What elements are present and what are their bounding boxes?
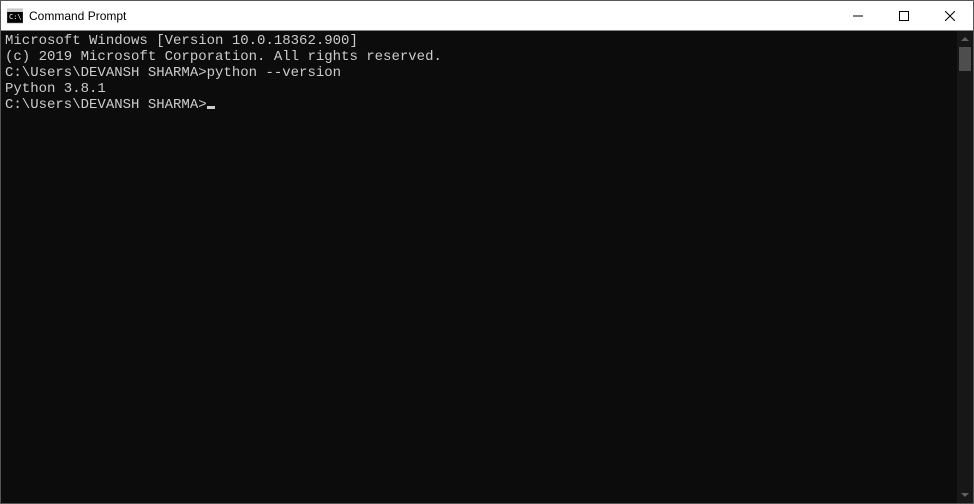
terminal-content[interactable]: Microsoft Windows [Version 10.0.18362.90… — [1, 31, 957, 503]
window-title: Command Prompt — [29, 9, 835, 23]
maximize-button[interactable] — [881, 1, 927, 30]
terminal-area: Microsoft Windows [Version 10.0.18362.90… — [1, 31, 973, 503]
scroll-down-icon[interactable] — [957, 487, 973, 503]
terminal-line: Microsoft Windows [Version 10.0.18362.90… — [5, 33, 953, 49]
close-button[interactable] — [927, 1, 973, 30]
terminal-line: Python 3.8.1 — [5, 81, 953, 97]
cursor — [207, 106, 215, 109]
terminal-line: C:\Users\DEVANSH SHARMA> — [5, 97, 953, 113]
command-prompt-window: C:\ Command Prompt Microsoft Windows [Ve… — [0, 0, 974, 504]
minimize-button[interactable] — [835, 1, 881, 30]
titlebar[interactable]: C:\ Command Prompt — [1, 1, 973, 31]
terminal-line: C:\Users\DEVANSH SHARMA>python --version — [5, 65, 953, 81]
prompt: C:\Users\DEVANSH SHARMA> — [5, 97, 207, 113]
prompt: C:\Users\DEVANSH SHARMA> — [5, 65, 207, 81]
terminal-line: (c) 2019 Microsoft Corporation. All righ… — [5, 49, 953, 65]
command-text: python --version — [207, 65, 341, 81]
scroll-up-icon[interactable] — [957, 31, 973, 47]
svg-text:C:\: C:\ — [9, 13, 22, 21]
window-controls — [835, 1, 973, 30]
scrollbar-thumb[interactable] — [959, 47, 971, 71]
cmd-icon: C:\ — [7, 8, 23, 24]
vertical-scrollbar[interactable] — [957, 31, 973, 503]
